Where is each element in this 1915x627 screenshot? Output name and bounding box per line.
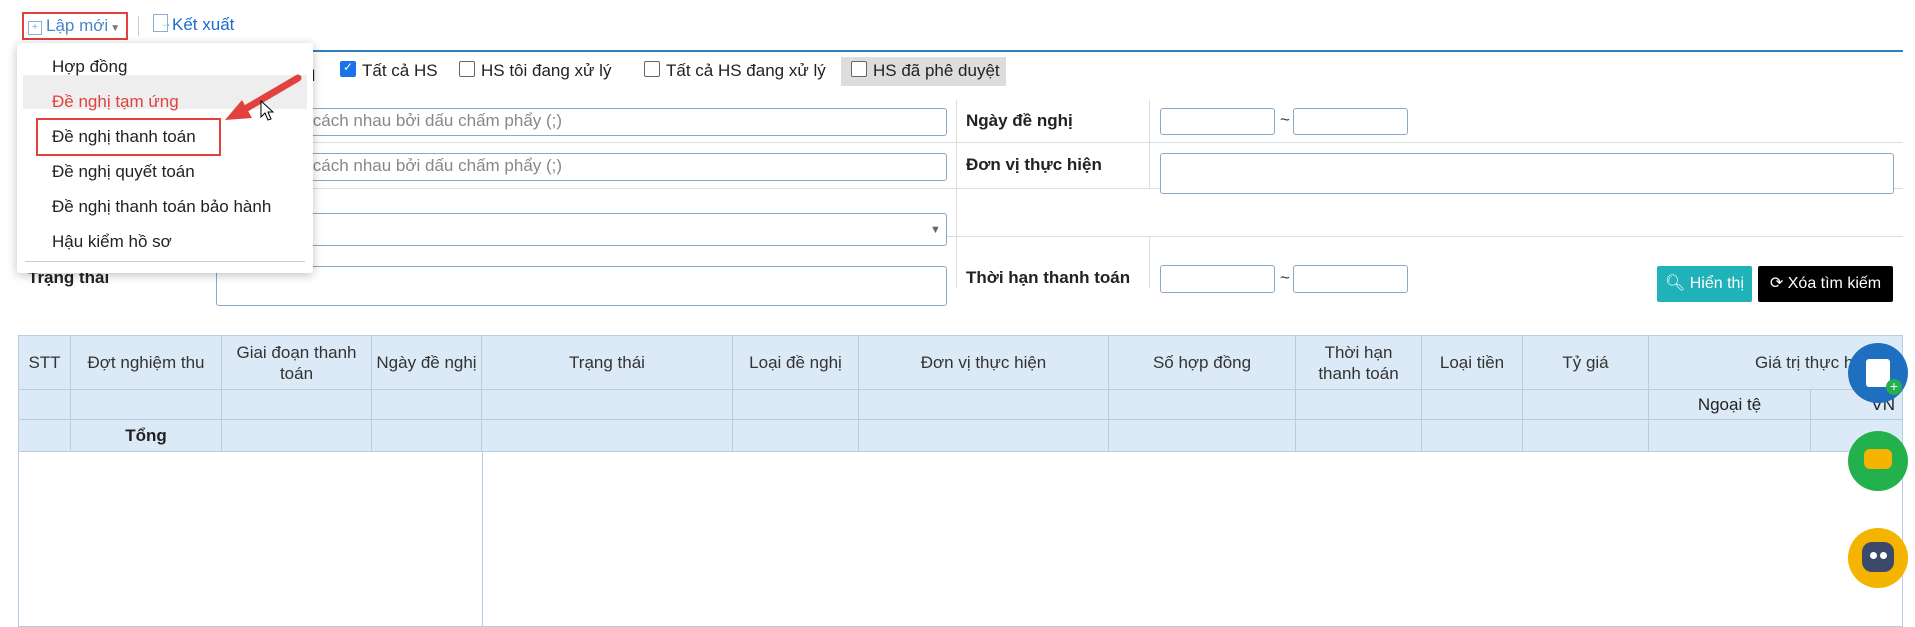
filter-all-processing[interactable]: Tất cả HS đang xử lý	[644, 61, 826, 81]
export-icon	[153, 14, 172, 32]
header-subrow-cell	[1523, 390, 1649, 420]
form-divider	[1149, 100, 1150, 142]
col-header-loai[interactable]: Loại đề nghị	[733, 336, 859, 390]
checkbox-icon	[851, 61, 867, 77]
filter-approved-label: HS đã phê duyệt	[873, 61, 1000, 80]
bot-fab[interactable]	[1848, 528, 1908, 588]
menu-item-de-nghi-tam-ung[interactable]: Đề nghị tạm ứng	[52, 92, 179, 112]
header-subrow-cell	[372, 390, 482, 420]
menu-divider	[25, 261, 305, 262]
header-subrow-cell	[1109, 390, 1296, 420]
col-header-stt[interactable]: STT	[19, 336, 71, 390]
clear-search-label: Xóa tìm kiếm	[1787, 275, 1882, 292]
col-header-dot[interactable]: Đợt nghiệm thu	[71, 336, 222, 390]
col-header-ngay[interactable]: Ngày đề nghị	[372, 336, 482, 390]
toolbar-separator	[138, 16, 139, 36]
form-divider	[1149, 142, 1150, 188]
request-date-from[interactable]	[1160, 108, 1275, 135]
refresh-icon: ⟳	[1769, 275, 1784, 292]
menu-item-hop-dong[interactable]: Hợp đồng	[52, 57, 127, 77]
total-row-cell	[1422, 420, 1523, 452]
col-header-don-vi[interactable]: Đơn vị thực hiện	[859, 336, 1109, 390]
robot-eye-icon	[1870, 552, 1877, 559]
header-subrow-cell	[222, 390, 372, 420]
col-header-ngoai-te[interactable]: Ngoại tệ	[1649, 390, 1811, 420]
chat-fab[interactable]	[1848, 431, 1908, 491]
clear-search-button[interactable]: ⟳ Xóa tìm kiếm	[1758, 266, 1893, 302]
caret-down-icon: ▼	[110, 23, 121, 34]
new-button[interactable]: + Lập mới ▼	[22, 12, 128, 40]
section-divider	[258, 50, 1903, 52]
filter-all-hs-label: Tất cả HS	[362, 61, 438, 80]
export-button-label: Kết xuất	[172, 15, 235, 34]
filter-approved[interactable]: HS đã phê duyệt	[841, 57, 1006, 86]
header-subrow-cell	[71, 390, 222, 420]
total-row-cell	[859, 420, 1109, 452]
request-date-label: Ngày đề nghị	[966, 111, 1073, 130]
show-button[interactable]: 🔍︎ Hiển thị	[1657, 266, 1752, 302]
menu-item-de-nghi-thanh-toan-bao-hanh[interactable]: Đề nghị thanh toán bảo hành	[52, 197, 271, 217]
select-dropdown[interactable]	[216, 213, 947, 246]
request-date-to[interactable]	[1293, 108, 1408, 135]
col-header-thoi-han[interactable]: Thời hạn thanh toán	[1296, 336, 1422, 390]
header-subrow-cell	[1422, 390, 1523, 420]
total-row-cell	[1523, 420, 1649, 452]
total-row-cell	[1109, 420, 1296, 452]
deadline-label: Thời hạn thanh toán	[966, 268, 1131, 287]
results-table: STT Đợt nghiệm thu Giai đoạn thanh toán …	[18, 335, 1903, 627]
header-subrow-cell	[19, 390, 71, 420]
filter-my-hs[interactable]: HS tôi đang xử lý	[459, 61, 611, 81]
clipboard-fab[interactable]: +	[1848, 343, 1908, 403]
show-button-label: Hiển thị	[1689, 275, 1744, 292]
total-row-cell	[1649, 420, 1811, 452]
form-divider	[956, 100, 957, 288]
total-row-cell	[733, 420, 859, 452]
status-input[interactable]	[216, 266, 947, 306]
deadline-to[interactable]	[1293, 265, 1408, 293]
header-subrow-cell	[1296, 390, 1422, 420]
range-separator: ~	[1280, 268, 1290, 287]
table-body-divider	[482, 452, 483, 626]
menu-item-hau-kiem-ho-so[interactable]: Hậu kiểm hồ sơ	[52, 232, 172, 252]
plus-icon: +	[28, 21, 42, 35]
filter-all-hs[interactable]: Tất cả HS	[340, 60, 438, 81]
deadline-from[interactable]	[1160, 265, 1275, 293]
header-subrow-cell	[733, 390, 859, 420]
chat-icon	[1864, 449, 1892, 469]
total-label: Tổng	[71, 420, 222, 452]
search-input-2[interactable]: được ngăn cách nhau bởi dấu chấm phẩy (;…	[216, 153, 947, 181]
export-button[interactable]: Kết xuất	[153, 14, 234, 35]
chevron-down-icon: ▼	[930, 224, 941, 236]
plus-badge-icon: +	[1886, 379, 1902, 395]
unit-input[interactable]	[1160, 153, 1894, 194]
checkbox-icon	[644, 61, 660, 77]
search-icon: 🔍︎	[1664, 275, 1686, 292]
range-separator: ~	[1280, 110, 1290, 129]
col-header-giai-doan[interactable]: Giai đoạn thanh toán	[222, 336, 372, 390]
menu-item-de-nghi-thanh-toan[interactable]: Đề nghị thanh toán	[52, 127, 196, 147]
filter-all-processing-label: Tất cả HS đang xử lý	[666, 61, 826, 80]
col-header-trang-thai[interactable]: Trạng thái	[482, 336, 733, 390]
header-subrow-cell	[859, 390, 1109, 420]
menu-item-de-nghi-quyet-toan[interactable]: Đề nghị quyết toán	[52, 162, 195, 182]
total-row-cell	[222, 420, 372, 452]
header-subrow-cell	[482, 390, 733, 420]
total-row-cell	[482, 420, 733, 452]
search-input-1[interactable]: được ngăn cách nhau bởi dấu chấm phẩy (;…	[216, 108, 947, 136]
form-divider	[1149, 236, 1150, 288]
col-header-ty-gia[interactable]: Tỷ giá	[1523, 336, 1649, 390]
new-button-label: Lập mới	[46, 16, 109, 35]
col-header-so-hd[interactable]: Số hợp đồng	[1109, 336, 1296, 390]
total-row-cell	[19, 420, 71, 452]
robot-eye-icon	[1880, 552, 1887, 559]
checkbox-checked-icon	[340, 60, 356, 77]
checkbox-icon	[459, 61, 475, 77]
robot-icon	[1862, 542, 1894, 572]
col-header-loai-tien[interactable]: Loại tiền	[1422, 336, 1523, 390]
filter-my-hs-label: HS tôi đang xử lý	[481, 61, 612, 80]
mouse-cursor-icon	[260, 100, 275, 121]
total-row-cell	[1296, 420, 1422, 452]
total-row-cell	[372, 420, 482, 452]
unit-label: Đơn vị thực hiện	[966, 155, 1102, 174]
